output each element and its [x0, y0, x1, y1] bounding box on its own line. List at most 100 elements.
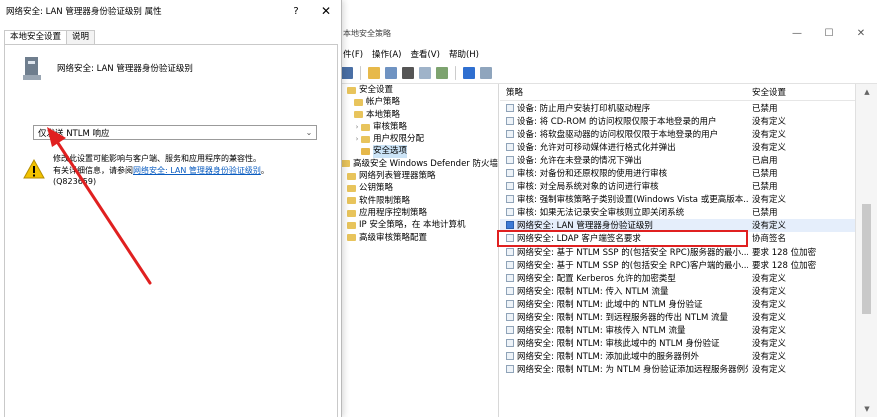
table-row[interactable]: 网络安全: 配置 Kerberos 允许的加密类型 没有定义 [500, 271, 855, 284]
policy-name-text: 网络安全: 限制 NTLM: 审核此域中的 NTLM 身份验证 [517, 339, 720, 350]
table-row[interactable]: 网络安全: LDAP 客户端签名要求 协商签名 [500, 232, 855, 245]
policy-name-text: 设备: 防止用户安装打印机驱动程序 [517, 103, 651, 114]
tree-node[interactable]: 网络列表管理器策略 [337, 170, 498, 182]
policy-icon [506, 208, 514, 217]
menu-help[interactable]: 帮助(H) [449, 48, 479, 60]
policy-icon [506, 260, 514, 269]
policy-icon [506, 221, 514, 230]
table-row[interactable]: 网络安全: 限制 NTLM: 此域中的 NTLM 身份验证 没有定义 [500, 297, 855, 310]
up-folder-icon[interactable] [368, 66, 380, 79]
toolbar [337, 62, 877, 84]
tree-node[interactable]: 安全选项 [337, 145, 498, 158]
mmc-titlebar: 本地安全策略 — ☐ ✕ [337, 20, 877, 46]
tree-node[interactable]: › 用户权限分配 [337, 133, 498, 145]
scroll-up-arrow-icon[interactable]: ▲ [856, 88, 877, 96]
scrollbar-thumb[interactable] [862, 204, 871, 314]
delete-icon[interactable] [402, 66, 414, 79]
policy-cell: 网络安全: 限制 NTLM: 此域中的 NTLM 身份验证 [500, 298, 748, 310]
maximize-button[interactable]: ☐ [813, 28, 845, 39]
tree-node-label: 用户权限分配 [373, 134, 425, 145]
tree-node-label: 审核策略 [373, 121, 408, 132]
table-row[interactable]: 设备: 将 CD-ROM 的访问权限仅限于本地登录的用户 没有定义 [500, 114, 855, 127]
table-row[interactable]: 网络安全: 基于 NTLM SSP 的(包括安全 RPC)客户端的最小... 要求… [500, 258, 855, 271]
expand-caret-icon[interactable]: › [353, 121, 361, 133]
table-row[interactable]: 网络安全: 限制 NTLM: 审核传入 NTLM 流量 没有定义 [500, 324, 855, 337]
table-row[interactable]: 设备: 防止用户安装打印机驱动程序 已禁用 [500, 101, 855, 114]
auth-level-dropdown[interactable]: 仅发送 NTLM 响应 ⌄ [33, 125, 317, 140]
dialog-titlebar: 网络安全: LAN 管理器身份验证级别 属性 ? ✕ [0, 0, 341, 22]
table-row[interactable]: 设备: 允许对可移动媒体进行格式化并弹出 没有定义 [500, 140, 855, 153]
policy-name-text: 网络安全: LDAP 客户端签名要求 [517, 234, 641, 245]
table-row[interactable]: 网络安全: 限制 NTLM: 为 NTLM 身份验证添加远程服务器例外 没有定义 [500, 363, 855, 376]
policy-icon [506, 326, 514, 335]
list-header: 策略 安全设置 [500, 84, 855, 101]
policy-name-text: 审核: 强制审核策略子类别设置(Windows Vista 或更高版本... [517, 195, 748, 206]
table-row[interactable]: 审核: 对全局系统对象的访问进行审核 已禁用 [500, 180, 855, 193]
tree-node[interactable]: 高级审核策略配置 [337, 232, 498, 244]
column-header-setting[interactable]: 安全设置 [748, 86, 855, 98]
tree-node[interactable]: 帐户策略 [337, 96, 498, 108]
tree-node[interactable]: 安全设置 [337, 84, 498, 96]
help-icon[interactable] [463, 66, 475, 79]
table-row[interactable]: 网络安全: 限制 NTLM: 添加此域中的服务器例外 没有定义 [500, 350, 855, 363]
table-row[interactable]: 审核: 对备份和还原权限的使用进行审核 已禁用 [500, 166, 855, 179]
policy-icon [506, 195, 514, 204]
policy-name-text: 网络安全: 限制 NTLM: 传入 NTLM 流量 [517, 286, 669, 297]
tab-explain[interactable]: 说明 [66, 30, 96, 44]
export-list-icon[interactable] [436, 66, 448, 79]
setting-cell: 已禁用 [752, 103, 778, 114]
dialog-close-button[interactable]: ✕ [311, 4, 341, 18]
properties-icon[interactable] [419, 66, 431, 79]
policy-name-text: 设备: 将软盘驱动器的访问权限仅限于本地登录的用户 [517, 129, 719, 140]
policy-cell: 网络安全: 限制 NTLM: 到远程服务器的传出 NTLM 流量 [500, 311, 748, 323]
setting-cell: 没有定义 [752, 326, 787, 337]
setting-cell: 没有定义 [752, 273, 787, 284]
table-row[interactable]: 网络安全: 限制 NTLM: 传入 NTLM 流量 没有定义 [500, 284, 855, 297]
close-button[interactable]: ✕ [845, 28, 877, 39]
help-button[interactable]: ? [281, 6, 311, 17]
tree-node[interactable]: 本地策略 [337, 109, 498, 121]
policy-name: 网络安全: LAN 管理器身份验证级别 [57, 64, 193, 74]
tree-node-label: 公钥策略 [359, 183, 394, 194]
expand-caret-icon[interactable]: › [353, 133, 361, 145]
setting-cell: 没有定义 [752, 116, 787, 127]
chevron-down-icon[interactable]: ⌄ [302, 128, 316, 137]
dropdown-selected-value: 仅发送 NTLM 响应 [38, 128, 110, 139]
table-row[interactable]: 设备: 允许在未登录的情况下弹出 已启用 [500, 153, 855, 166]
tree-node[interactable]: 高级安全 Windows Defender 防火墙 [337, 158, 498, 170]
folder-icon [340, 160, 350, 168]
table-row[interactable]: 审核: 如果无法记录安全审核则立即关闭系统 已禁用 [500, 206, 855, 219]
menu-view[interactable]: 查看(V) [410, 48, 439, 60]
menu-file[interactable]: 件(F) [343, 48, 363, 60]
tree-node[interactable]: 软件限制策略 [337, 195, 498, 207]
policy-cell: 设备: 允许在未登录的情况下弹出 [500, 154, 748, 166]
menu-bar: 件(F) 操作(A) 查看(V) 帮助(H) [337, 46, 877, 62]
menu-action[interactable]: 操作(A) [372, 48, 401, 60]
scroll-down-arrow-icon[interactable]: ▼ [856, 405, 877, 413]
setting-cell: 要求 128 位加密 [752, 260, 817, 271]
console-icon[interactable] [480, 66, 492, 79]
tab-local-security-setting[interactable]: 本地安全设置 [4, 30, 68, 45]
policy-cell: 设备: 将 CD-ROM 的访问权限仅限于本地登录的用户 [500, 115, 748, 127]
policy-name-text: 网络安全: 基于 NTLM SSP 的(包括安全 RPC)服务器的最小... [517, 247, 748, 258]
policy-row-lan-manager-auth-level[interactable]: 网络安全: LAN 管理器身份验证级别 没有定义 [500, 218, 855, 232]
table-row[interactable]: 网络安全: 基于 NTLM SSP 的(包括安全 RPC)服务器的最小... 要求… [500, 245, 855, 258]
policy-cell: 网络安全: LAN 管理器身份验证级别 [500, 219, 748, 231]
back-icon[interactable] [341, 66, 353, 79]
computer-policy-icon [21, 55, 45, 81]
vertical-scrollbar[interactable]: ▲ ▼ [855, 84, 877, 417]
table-row[interactable]: 审核: 强制审核策略子类别设置(Windows Vista 或更高版本... 没有… [500, 193, 855, 206]
table-row[interactable]: 设备: 将软盘驱动器的访问权限仅限于本地登录的用户 没有定义 [500, 127, 855, 140]
tree-node[interactable]: › 审核策略 [337, 121, 498, 133]
table-row[interactable]: 网络安全: 限制 NTLM: 到远程服务器的传出 NTLM 流量 没有定义 [500, 311, 855, 324]
dialog-title: 网络安全: LAN 管理器身份验证级别 属性 [6, 7, 162, 17]
policy-help-link[interactable]: 网络安全: LAN 管理器身份验证级别 [133, 166, 261, 175]
tree-node[interactable]: IP 安全策略，在 本地计算机 [337, 219, 498, 231]
table-row[interactable]: 网络安全: 限制 NTLM: 审核此域中的 NTLM 身份验证 没有定义 [500, 337, 855, 350]
show-hide-tree-icon[interactable] [385, 66, 397, 79]
column-header-policy[interactable]: 策略 [500, 86, 748, 98]
minimize-button[interactable]: — [781, 28, 813, 39]
folder-icon [361, 148, 370, 156]
tree-node[interactable]: 应用程序控制策略 [337, 207, 498, 219]
tree-node[interactable]: 公钥策略 [337, 182, 498, 194]
